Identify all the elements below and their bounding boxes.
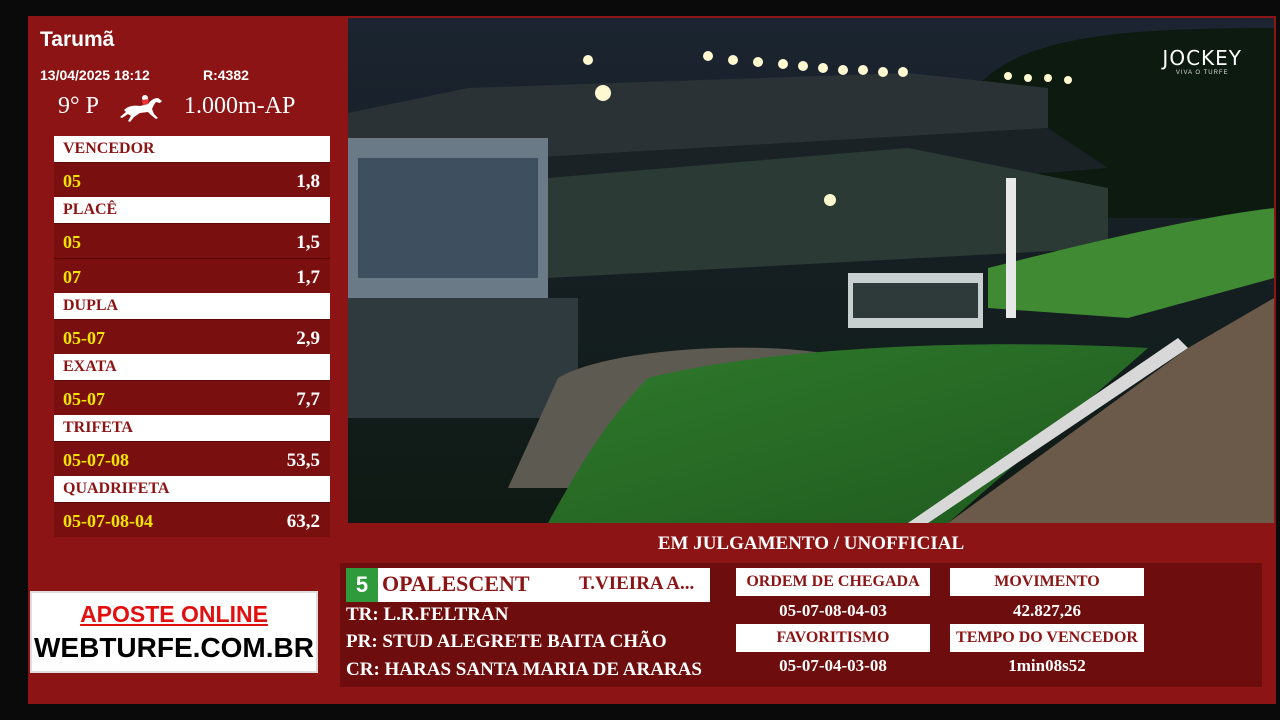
turnover-label: MOVIMENTO [950,568,1144,596]
winner-owner: PR: STUD ALEGRETE BAITA CHÃO [346,631,667,652]
logo-text: JOCKEY [1162,46,1242,70]
finish-order-value: 05-07-08-04-03 [779,601,887,620]
race-id: R:4382 [203,67,249,83]
bet-value: 53,5 [286,450,320,471]
bet-combo: 05-07-08 [63,450,129,470]
bet-row: 05 1,5 [54,223,330,258]
bet-value: 1,5 [296,232,320,253]
winner-number-badge: 5 [346,568,378,602]
race-number: 9° P [58,93,99,119]
bet-combo: 07 [63,267,81,287]
jockey-club-logo: JOCKEY VIVA O TURFE [1162,46,1242,76]
favorites-value: 05-07-04-03-08 [779,656,887,675]
bet-row: 07 1,7 [54,258,330,293]
bet-row: 05-07-08-04 63,2 [54,502,330,537]
turnover-value: 42.827,26 [1013,601,1081,620]
finish-order-label: ORDEM DE CHEGADA [736,568,930,596]
winner-jockey: T.VIEIRA A... [579,573,695,594]
bet-combo: 05-07 [63,389,105,409]
race-distance: 1.000m-AP [184,93,296,119]
logo-tagline: VIVA O TURFE [1175,70,1229,76]
winner-time-label: TEMPO DO VENCEDOR [950,624,1144,652]
race-datetime: 13/04/2025 18:12 [40,67,150,83]
favorites-label: FAVORITISMO [736,624,930,652]
bet-value: 63,2 [286,511,320,532]
ad-headline: APOSTE ONLINE [80,601,268,627]
racehorse-icon [120,95,162,122]
winner-box: 5 OPALESCENT T.VIEIRA A... [346,568,710,602]
bet-combo: 05-07-08-04 [63,511,153,531]
winner-time-value: 1min08s52 [1008,656,1086,675]
winner-trainer: TR: L.R.FELTRAN [346,604,509,625]
winner-horse-name: OPALESCENT [382,571,530,596]
bet-type-quadrifeta: QUADRIFETA [54,476,330,502]
track-name: Tarumã [40,28,115,51]
bet-combo: 05 [63,171,81,191]
betting-ad-banner[interactable]: APOSTE ONLINE WEBTURFE.COM.BR [30,591,318,673]
bet-type-exata: EXATA [54,354,330,380]
bet-combo: 05 [63,232,81,252]
bet-row: 05-07-08 53,5 [54,441,330,476]
bet-row: 05 1,8 [54,162,330,197]
bet-type-trifeta: TRIFETA [54,415,330,441]
payout-table: VENCEDOR 05 1,8 PLACÊ 05 1,5 07 1,7 DUPL… [54,136,330,537]
bet-value: 1,7 [296,267,320,288]
bet-type-dupla: DUPLA [54,293,330,319]
ad-url[interactable]: WEBTURFE.COM.BR [32,632,316,664]
winner-breeder: CR: HARAS SANTA MARIA DE ARARAS [346,659,702,680]
bet-value: 2,9 [296,328,320,349]
bet-value: 1,8 [296,171,320,192]
racetrack-video-feed: JOCKEY VIVA O TURFE [348,18,1274,523]
bet-row: 05-07 2,9 [54,319,330,354]
race-status: EM JULGAMENTO / UNOFFICIAL [657,533,965,554]
bet-combo: 05-07 [63,328,105,348]
bet-value: 7,7 [296,389,320,410]
bet-type-vencedor: VENCEDOR [54,136,330,162]
racetrack-scene [348,18,1274,523]
bet-type-place: PLACÊ [54,197,330,223]
bet-row: 05-07 7,7 [54,380,330,415]
